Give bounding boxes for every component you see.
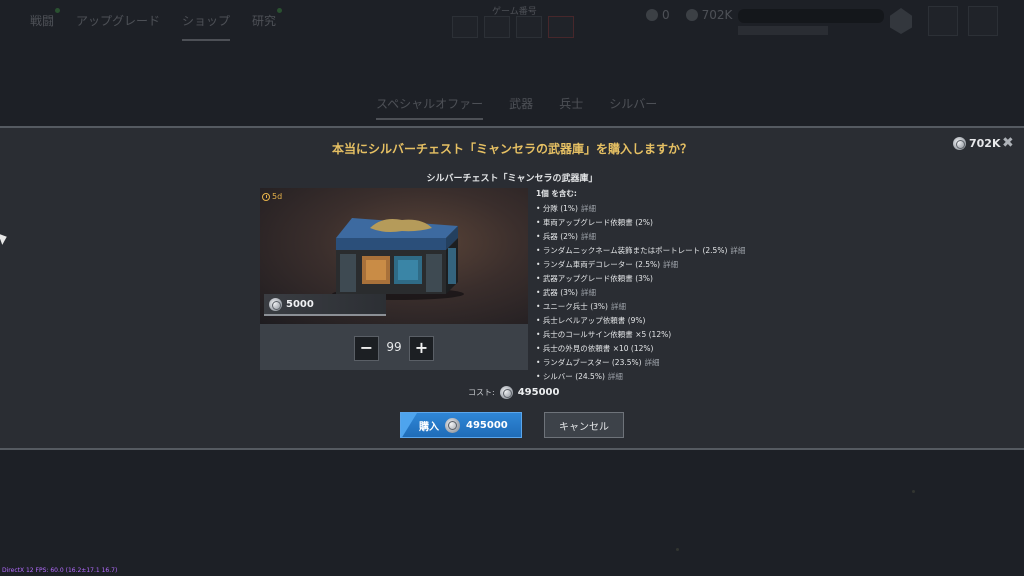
cancel-button[interactable]: キャンセル [544,412,624,438]
increase-button[interactable]: + [409,336,434,361]
total-cost: コスト: 495000 [468,386,559,399]
list-item: 兵器 (2%)詳細 [536,230,745,244]
item-name: シルバーチェスト「ミャンセラの武器庫」 [426,174,598,184]
gear-icon[interactable] [484,16,510,38]
crosshair-icon[interactable] [516,16,542,38]
fps-overlay: DirectX 12 FPS: 60.0 (16.2±17.1 16.7) [2,567,118,574]
list-item: ユニーク兵士 (3%)詳細 [536,300,745,314]
unit-price-tag: 5000 [264,294,386,316]
silver-balance: 702K [685,8,732,22]
chest-contents: 1個 を含む: 分隊 (1%)詳細 車両アップグレード依頼書 (2%) 兵器 (… [536,188,745,384]
item-preview: 5d 5000 [260,188,528,324]
sparkle [912,490,915,493]
notification-dot [277,8,283,13]
shop-tabs: スペシャルオファー 武器 兵士 シルバー [376,95,657,120]
chest-image [332,218,464,300]
dialog-title: 本当にシルバーチェスト「ミャンセラの武器庫」を購入しますか？ [331,142,692,156]
nav-research[interactable]: 研究 [252,8,283,41]
nav-battle[interactable]: 戦闘 [30,8,61,41]
timer-value: 5d [272,192,283,201]
sparkle [676,548,679,551]
list-item: ランダム車両デコレーター (2.5%)詳細 [536,258,745,272]
silver-coin-icon [269,297,282,311]
notification-dot [55,8,61,13]
list-item: ランダムブースター (23.5%)詳細 [536,356,745,370]
list-item: 分隊 (1%)詳細 [536,202,745,216]
detail-link[interactable]: 詳細 [730,246,745,255]
currency-display: 0 702K [646,8,732,22]
detail-link[interactable]: 詳細 [581,288,596,297]
mode-icons [452,16,574,38]
player-name-redacted [738,9,884,23]
tab-soldiers[interactable]: 兵士 [559,95,583,120]
list-item: ランダムニックネーム装飾またはポートレート (2.5%)詳細 [536,244,746,258]
nav-shop[interactable]: ショップ [182,12,231,41]
tab-weapons[interactable]: 武器 [509,95,533,120]
balance-amount: 702K [969,137,1001,150]
list-item: 兵士レベルアップ依頼書 (9%) [536,314,745,328]
tab-silver[interactable]: シルバー [609,95,657,120]
contents-header: 1個 を含む: [536,189,577,198]
quantity-value[interactable]: 99 [380,340,408,354]
detail-link[interactable]: 詳細 [611,302,626,311]
list-item: シルバー (24.5%)詳細 [536,370,745,384]
list-item: 武器 (3%)詳細 [536,286,745,300]
silver-coin-icon [953,137,966,150]
profile-panel[interactable] [738,9,884,37]
detail-link[interactable]: 詳細 [663,260,678,269]
silver-coin-icon [685,9,698,21]
profile-subtitle [738,26,828,35]
list-item: 武器アップグレード依頼書 (3%) [536,272,745,286]
buy-label: 購入 [419,421,439,433]
silver-coin-icon [445,417,460,433]
detail-link[interactable]: 詳細 [581,232,596,241]
unit-price: 5000 [286,298,314,310]
cost-amount: 495000 [517,387,560,398]
detail-link[interactable]: 詳細 [581,204,596,213]
cost-label: コスト: [468,388,495,397]
buy-amount: 495000 [466,419,508,431]
silver-balance: 702K [953,137,1001,150]
nav-upgrade[interactable]: アップグレード [76,12,160,41]
list-item: 車両アップグレード依頼書 (2%) [536,216,745,230]
list-item: 兵士の外見の依頼書 ×10 (12%) [536,342,745,356]
decrease-button[interactable]: − [354,336,379,361]
rank-icon [890,8,912,34]
list-item: 兵士のコールサイン依頼書 ×5 (12%) [536,328,745,342]
contents-list: 分隊 (1%)詳細 車両アップグレード依頼書 (2%) 兵器 (2%)詳細 ラン… [536,202,746,384]
purchase-dialog: 本当にシルバーチェスト「ミャンセラの武器庫」を購入しますか？ 702K ✖ シル… [0,126,1024,450]
buy-button[interactable]: 購入 495000 [400,412,522,438]
star-icon[interactable] [452,16,478,38]
main-nav: 戦闘 アップグレード ショップ 研究 [30,8,283,41]
emblem-icon[interactable] [928,6,958,36]
menu-icon[interactable] [968,6,998,36]
tab-special-offers[interactable]: スペシャルオファー [376,95,484,120]
detail-link[interactable]: 詳細 [645,358,660,367]
timer-badge: 5d [262,192,282,201]
silver-coin-icon [499,386,513,399]
clock-icon [262,192,270,201]
gold-balance: 0 [646,8,670,22]
quantity-stepper: − 99 + [260,324,528,370]
target-icon[interactable] [548,16,574,38]
close-icon[interactable]: ✖ [1002,135,1014,151]
detail-link[interactable]: 詳細 [608,372,623,381]
gold-coin-icon [646,9,658,21]
